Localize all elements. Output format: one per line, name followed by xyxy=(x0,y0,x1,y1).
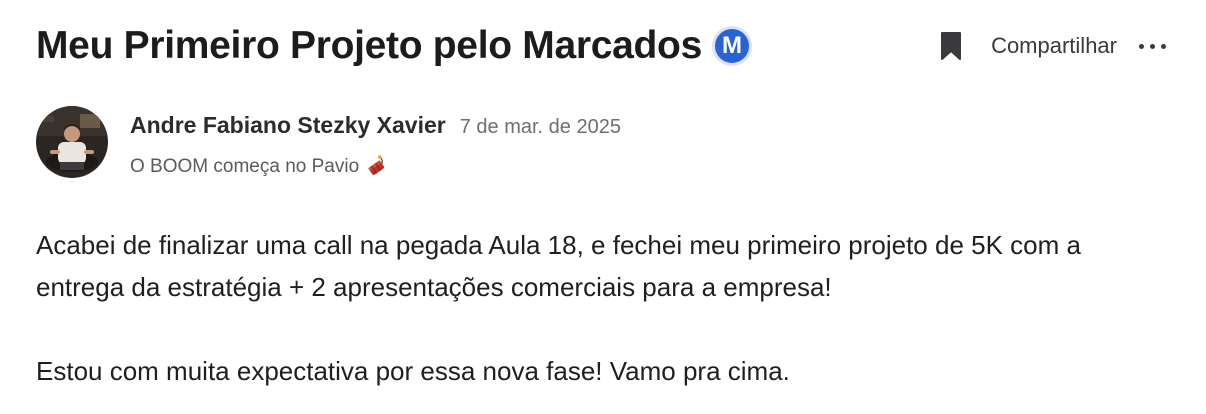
author-tagline: O BOOM começa no Pavio xyxy=(130,155,621,179)
post-title: Meu Primeiro Projeto pelo Marcados xyxy=(36,24,702,67)
author-line: Andre Fabiano Stezky Xavier 7 de mar. de… xyxy=(130,112,621,139)
bookmark-icon[interactable] xyxy=(937,29,965,63)
post-date: 7 de mar. de 2025 xyxy=(459,116,621,138)
post-actions: Compartilhar xyxy=(937,26,1166,66)
author-block: Andre Fabiano Stezky Xavier 7 de mar. de… xyxy=(36,106,621,179)
author-meta: Andre Fabiano Stezky Xavier 7 de mar. de… xyxy=(130,106,621,179)
marcados-badge-icon: M xyxy=(711,26,752,66)
post-header: Meu Primeiro Projeto pelo Marcados M xyxy=(36,20,752,72)
more-options-icon[interactable] xyxy=(1139,36,1166,56)
author-name[interactable]: Andre Fabiano Stezky Xavier xyxy=(130,112,446,139)
author-tagline-text: O BOOM começa no Pavio xyxy=(130,156,360,177)
dynamite-icon xyxy=(365,155,389,179)
post-paragraph: Estou com muita expectativa por essa nov… xyxy=(36,356,790,386)
badge-letter: M xyxy=(721,32,742,59)
share-button[interactable]: Compartilhar xyxy=(991,33,1117,59)
author-avatar[interactable] xyxy=(36,106,108,178)
post-body: Acabei de finalizar uma call na pegada A… xyxy=(36,224,1176,392)
post-paragraph: Acabei de finalizar uma call na pegada A… xyxy=(36,230,1081,302)
